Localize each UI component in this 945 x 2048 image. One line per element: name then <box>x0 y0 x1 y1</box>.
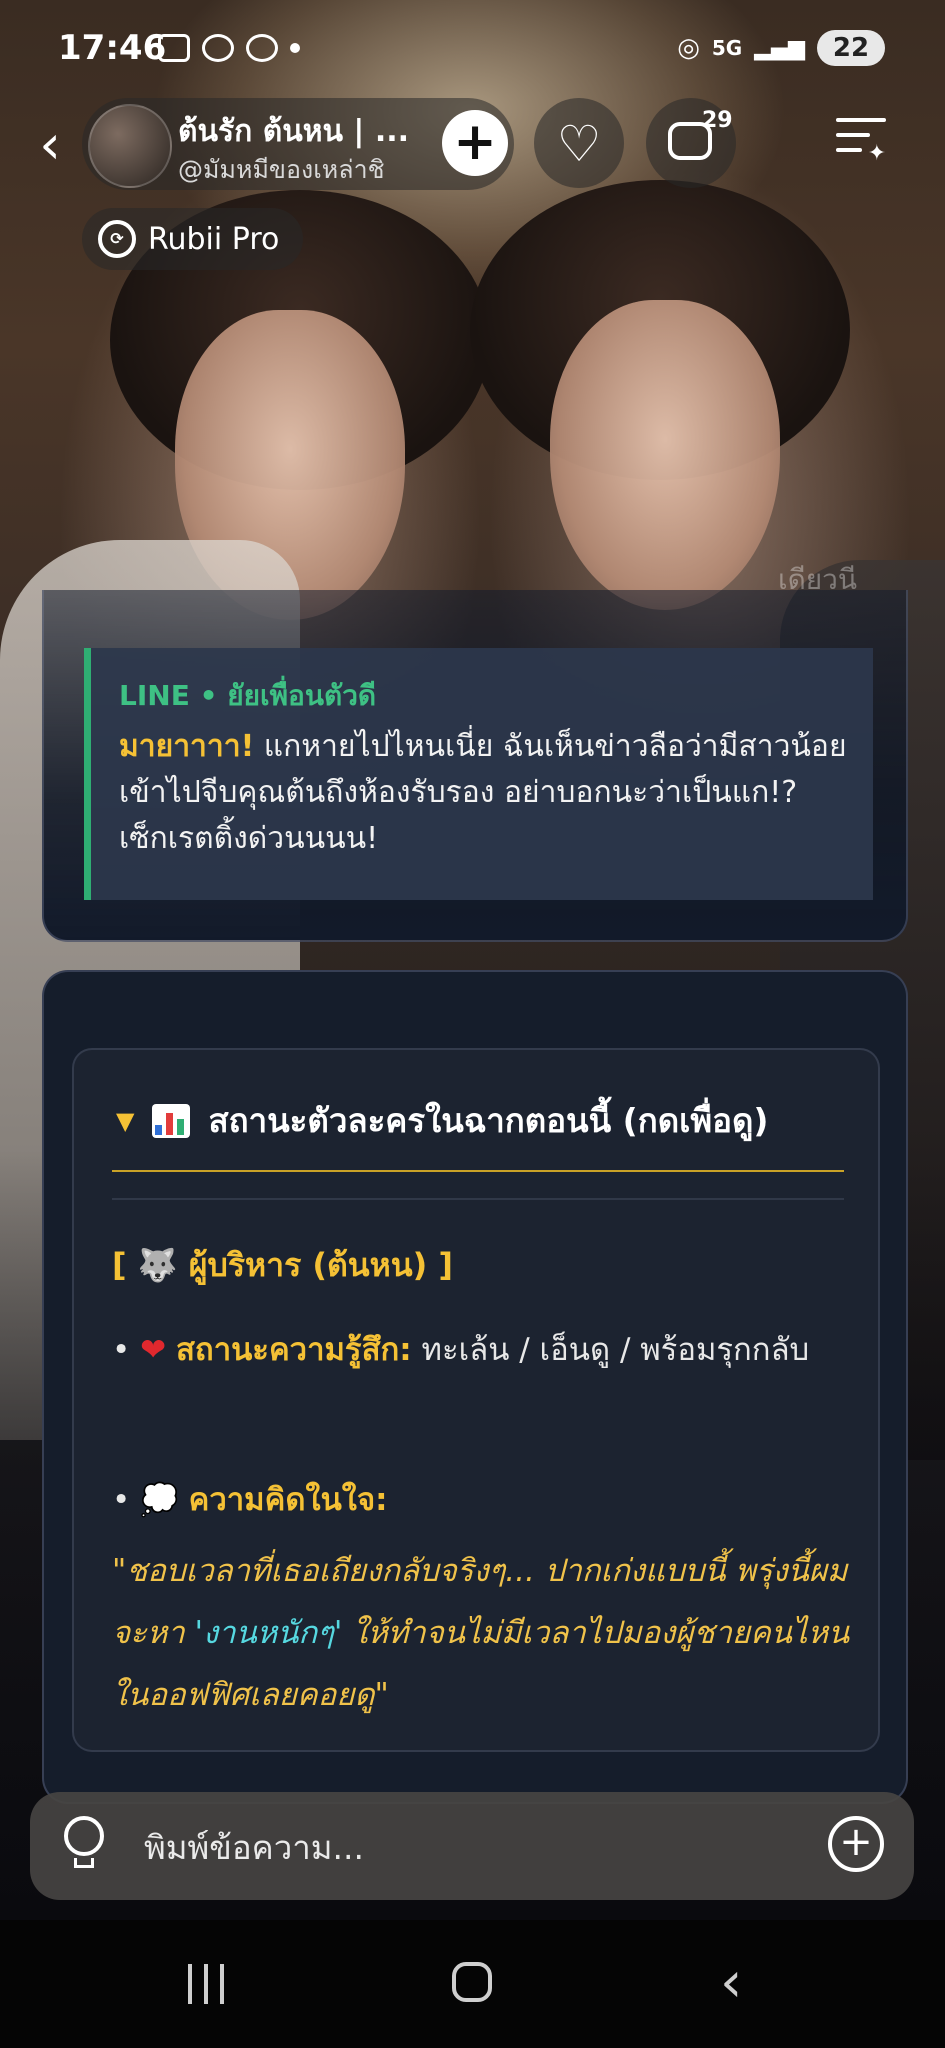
message-composer: + <box>30 1792 914 1900</box>
menu-button[interactable]: ✦ <box>836 118 886 168</box>
chat-notification-icon <box>202 34 234 62</box>
heart-icon: ❤ <box>140 1332 167 1368</box>
feeling-label: สถานะความรู้สึก: <box>176 1332 412 1368</box>
battery-level: 22 <box>817 30 885 66</box>
thought-label: ความคิดในใจ: <box>188 1482 388 1518</box>
role-heading: [ 🐺 ผู้บริหาร (ต้นหน) ] <box>112 1246 454 1284</box>
quote-header: LINE • ยัยเพื่อนตัวดี <box>119 679 377 712</box>
line-app-icon <box>246 34 278 62</box>
thought-highlight: 'งานหนักๆ' <box>194 1615 343 1651</box>
bullet: • <box>112 1332 131 1368</box>
add-attachment-button[interactable]: + <box>828 1816 884 1872</box>
heart-icon: ♡ <box>556 115 602 173</box>
recent-apps-button[interactable] <box>188 1964 224 2004</box>
gold-divider <box>112 1170 844 1172</box>
clock: 17:46 <box>58 28 167 68</box>
disclosure-triangle-icon: ▼ <box>116 1106 135 1135</box>
message-input[interactable] <box>142 1816 806 1878</box>
inner-thought-text: "ชอบเวลาที่เธอเถียงกลับจริงๆ... ปากเก่งแ… <box>112 1540 852 1726</box>
creator-handle: @มัมหมีของเหล่าชิ <box>178 155 385 184</box>
rubii-icon: ⟳ <box>98 220 136 258</box>
status-summary-label: สถานะตัวละครในฉากตอนนี้ (กดเพื่อดู) <box>208 1101 769 1140</box>
screenshot-icon <box>158 34 190 62</box>
line-message-quote: LINE • ยัยเพื่อนตัวดี มายาาาา! แกหายไปไห… <box>84 648 873 900</box>
sparkle-icon: ✦ <box>867 141 886 166</box>
lightbulb-icon[interactable] <box>64 1816 108 1876</box>
system-back-button[interactable]: ‹ <box>720 1950 742 2015</box>
character-name: ต้นรัก ต้นหน | ... <box>178 114 410 149</box>
bullet: • <box>112 1482 131 1518</box>
system-navigation-bar: ‹ <box>0 1920 945 2048</box>
comments-button[interactable]: 29 <box>646 98 736 188</box>
bar-chart-icon <box>152 1103 191 1138</box>
hotspot-icon: ◎ <box>677 33 700 63</box>
thought-line: • 💭 ความคิดในใจ: <box>112 1470 852 1530</box>
comment-count: 29 <box>702 108 733 133</box>
home-button[interactable] <box>452 1962 492 2002</box>
network-type: 5G <box>711 36 743 60</box>
notification-icons <box>158 34 300 62</box>
thought-bubble-icon: 💭 <box>140 1482 179 1518</box>
status-bar: 17:46 ◎ 5G ▂▄▆ 22 <box>0 0 945 100</box>
message-card: LINE • ยัยเพื่อนตัวดี มายาาาา! แกหายไปไห… <box>42 590 908 942</box>
rubii-pro-badge[interactable]: ⟳ Rubii Pro <box>82 208 304 270</box>
quote-body: มายาาาา! แกหายไปไหนเนี่ย ฉันเห็นข่าวลือว… <box>119 724 847 862</box>
feeling-line: • ❤ สถานะความรู้สึก: ทะเล้น / เอ็นดู / พ… <box>112 1320 852 1380</box>
feeling-value: ทะเล้น / เอ็นดู / พร้อมรุกกลับ <box>411 1332 810 1368</box>
character-status-details[interactable]: ▼ สถานะตัวละครในฉากตอนนี้ (กดเพื่อดู) [ … <box>72 1048 880 1752</box>
character-profile-pill[interactable]: ต้นรัก ต้นหน | ... @มัมหมีของเหล่าชิ + <box>82 98 514 190</box>
back-button[interactable]: ‹ <box>22 110 78 180</box>
quote-emphasis: มายาาาา! <box>119 729 255 764</box>
system-icons: ◎ 5G ▂▄▆ 22 <box>677 30 885 66</box>
right-character-face <box>550 300 780 610</box>
signal-icon: ▂▄▆ <box>754 35 805 61</box>
divider <box>112 1198 844 1200</box>
status-summary-toggle[interactable]: ▼ สถานะตัวละครในฉากตอนนี้ (กดเพื่อดู) <box>116 1094 769 1147</box>
like-button[interactable]: ♡ <box>534 98 624 188</box>
avatar[interactable] <box>88 104 172 188</box>
more-notifications-icon <box>290 43 300 53</box>
status-card: ▼ สถานะตัวละครในฉากตอนนี้ (กดเพื่อดู) [ … <box>42 970 908 1804</box>
follow-button[interactable]: + <box>442 110 508 176</box>
rubii-pro-label: Rubii Pro <box>148 221 280 257</box>
